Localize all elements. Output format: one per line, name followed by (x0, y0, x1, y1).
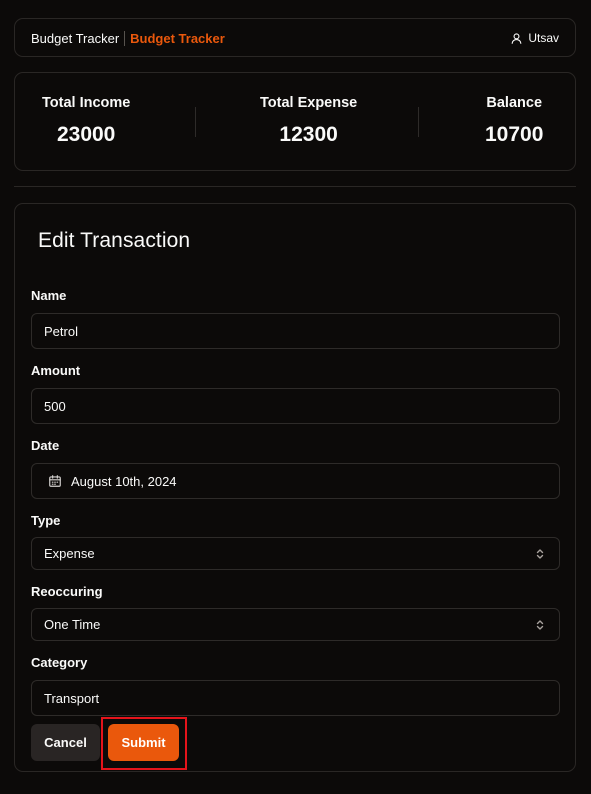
brand[interactable]: Budget Tracker Budget Tracker (31, 31, 225, 46)
user-menu[interactable]: Utsav (510, 31, 559, 45)
total-income-label: Total Income (42, 95, 131, 111)
category-label: Category (31, 655, 88, 670)
balance-stat: Balance 10700 (485, 95, 543, 147)
type-label: Type (31, 513, 61, 528)
cancel-button[interactable]: Cancel (31, 724, 100, 761)
type-select-value: Expense (44, 546, 95, 561)
amount-label: Amount (31, 363, 81, 378)
category-input[interactable]: Transport (31, 680, 560, 716)
total-expense-stat: Total Expense 12300 (260, 95, 357, 147)
section-divider (14, 186, 576, 187)
user-name: Utsav (528, 31, 559, 45)
category-input-value: Transport (44, 690, 100, 706)
total-income-stat: Total Income 23000 (42, 95, 130, 147)
calendar-icon (48, 474, 62, 488)
app-title: Budget Tracker (31, 31, 120, 46)
reoccuring-select[interactable]: One Time (31, 608, 560, 641)
submit-highlight-box (101, 717, 187, 770)
app-header: Budget Tracker Budget Tracker Utsav (14, 18, 576, 57)
brand-logo-text: Budget Tracker (130, 31, 225, 46)
balance-label: Balance (486, 95, 543, 111)
chevron-up-down-icon (535, 619, 545, 631)
reoccuring-select-value: One Time (44, 617, 101, 632)
stat-divider (418, 107, 419, 137)
stat-divider (195, 107, 196, 137)
name-label: Name (31, 288, 67, 303)
date-label: Date (31, 438, 60, 453)
date-picker-button[interactable]: August 10th, 2024 (31, 463, 560, 499)
type-select[interactable]: Expense (31, 537, 560, 570)
edit-transaction-form: Edit Transaction Name Petrol Amount 500 … (14, 203, 576, 772)
user-icon (510, 32, 523, 45)
brand-divider (124, 31, 126, 46)
summary-card: Total Income 23000 Total Expense 12300 B… (14, 72, 576, 171)
amount-input-value: 500 (44, 398, 66, 414)
amount-input[interactable]: 500 (31, 388, 560, 424)
total-income-value: 23000 (56, 123, 116, 146)
name-input[interactable]: Petrol (31, 313, 560, 349)
total-expense-value: 12300 (279, 123, 338, 146)
name-input-value: Petrol (44, 323, 78, 339)
chevron-up-down-icon (535, 548, 545, 560)
reoccuring-label: Reoccuring (31, 584, 103, 599)
form-title: Edit Transaction (38, 229, 191, 252)
balance-value: 10700 (485, 123, 544, 146)
total-expense-label: Total Expense (260, 95, 358, 111)
date-value: August 10th, 2024 (71, 473, 177, 489)
